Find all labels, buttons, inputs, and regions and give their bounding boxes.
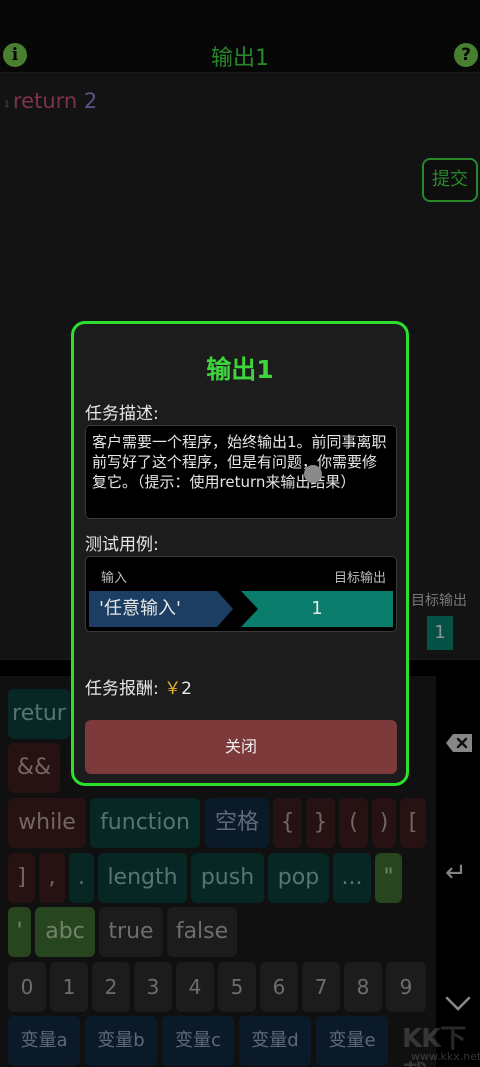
task-description-box: 客户需要一个程序，始终输出1。前同事离职前写好了这个程序，但是有问题，你需要修复… <box>85 425 397 519</box>
test-case-box: 输入 目标输出 '任意输入' 1 <box>85 556 397 632</box>
task-description-label: 任务描述: <box>85 404 159 424</box>
test-input-header: 输入 <box>101 571 128 586</box>
close-button[interactable]: 关闭 <box>85 720 397 774</box>
test-input-value: '任意输入' <box>89 591 233 627</box>
test-case-label: 测试用例: <box>85 535 159 555</box>
test-output-header: 目标输出 <box>333 571 386 586</box>
reward-label: 任务报酬: <box>85 679 159 699</box>
touch-cursor-dot <box>304 465 322 483</box>
yen-icon: ￥ <box>164 679 182 699</box>
reward-value: 2 <box>181 679 192 699</box>
dialog-title: 输出1 <box>206 355 274 384</box>
task-description-text: 客户需要一个程序，始终输出1。前同事离职前写好了这个程序，但是有问题，你需要修复… <box>92 433 387 491</box>
reward-row: 任务报酬: ￥2 <box>85 674 192 699</box>
task-dialog: 输出1 任务描述: 客户需要一个程序，始终输出1。前同事离职前写好了这个程序，但… <box>71 321 409 786</box>
test-output-value: 1 <box>241 591 393 627</box>
